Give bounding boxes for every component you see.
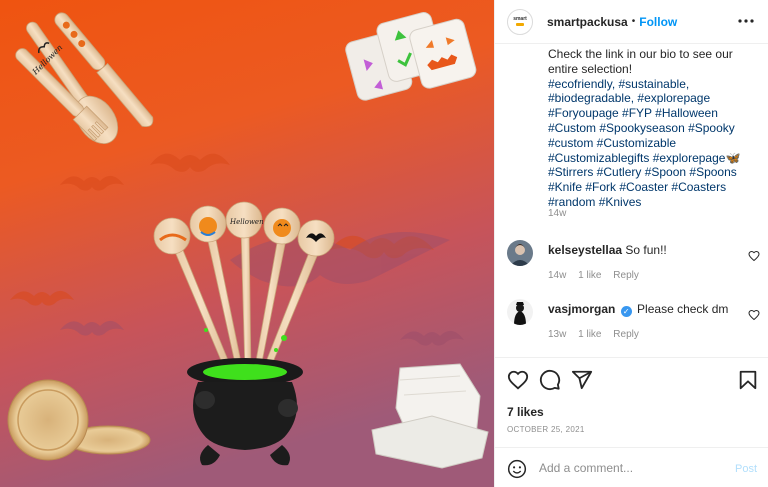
comment-heart-icon[interactable] — [748, 309, 760, 321]
comment-body: kelseystellaa So fun!! — [548, 243, 738, 257]
comment-item: vasjmorgan ✓ Please check dm 13w 1 like … — [507, 299, 762, 349]
follow-button[interactable]: Follow — [639, 15, 677, 29]
comment-text: Please check dm — [637, 302, 729, 316]
post-caption: Check the link in our bio to see our ent… — [548, 47, 762, 210]
comment-meta: 14w 1 like Reply — [548, 270, 648, 281]
add-comment-bar: Post — [495, 447, 768, 487]
comment-body: vasjmorgan ✓ Please check dm — [548, 302, 738, 317]
comment-text: So fun!! — [625, 243, 667, 257]
share-icon[interactable] — [571, 369, 593, 391]
likes-count[interactable]: 7 likes — [507, 405, 544, 419]
comment-time[interactable]: 13w — [548, 329, 566, 340]
bookmark-icon[interactable] — [737, 369, 759, 391]
comment-username[interactable]: kelseystellaa — [548, 243, 622, 257]
username-link[interactable]: smartpackusa — [547, 15, 628, 29]
caption-text: Check the link in our bio to see our ent… — [548, 47, 733, 76]
commenter-avatar[interactable] — [507, 240, 533, 266]
caption-hashtags[interactable]: #ecofriendly, #sustainable, #biodegradab… — [548, 77, 740, 209]
comment-meta: 13w 1 like Reply — [548, 329, 648, 340]
header-separator: • — [631, 16, 636, 27]
avatar-logo-mark — [516, 23, 524, 26]
post-header: smart smartpackusa • Follow — [495, 0, 768, 44]
comment-icon[interactable] — [539, 369, 561, 391]
caption-timestamp[interactable]: 14w — [548, 208, 566, 219]
more-options-icon[interactable] — [737, 12, 755, 35]
post-image[interactable]: Hellowen Hellowen — [0, 0, 494, 487]
post-comment-button[interactable]: Post — [735, 463, 757, 475]
comment-time[interactable]: 14w — [548, 270, 566, 281]
post-detail-panel: smart smartpackusa • Follow Check the li… — [494, 0, 768, 487]
comment-username[interactable]: vasjmorgan — [548, 302, 615, 316]
comment-likes[interactable]: 1 like — [578, 270, 601, 281]
verified-icon: ✓ — [620, 306, 632, 317]
post-date[interactable]: OCTOBER 25, 2021 — [507, 425, 585, 434]
stirrer-brand-text: Hellowen — [229, 218, 264, 226]
comment-reply-button[interactable]: Reply — [613, 270, 639, 281]
comment-reply-button[interactable]: Reply — [613, 329, 639, 340]
avatar-logo-text: smart — [513, 16, 527, 22]
commenter-avatar[interactable] — [507, 299, 533, 325]
heart-icon[interactable] — [507, 369, 529, 391]
emoji-icon[interactable] — [507, 459, 527, 479]
comment-item: kelseystellaa So fun!! 14w 1 like Reply — [507, 240, 762, 290]
comment-likes[interactable]: 1 like — [578, 329, 601, 340]
avatar[interactable]: smart — [507, 8, 533, 35]
comment-input[interactable] — [539, 457, 719, 479]
comment-heart-icon[interactable] — [748, 250, 760, 262]
